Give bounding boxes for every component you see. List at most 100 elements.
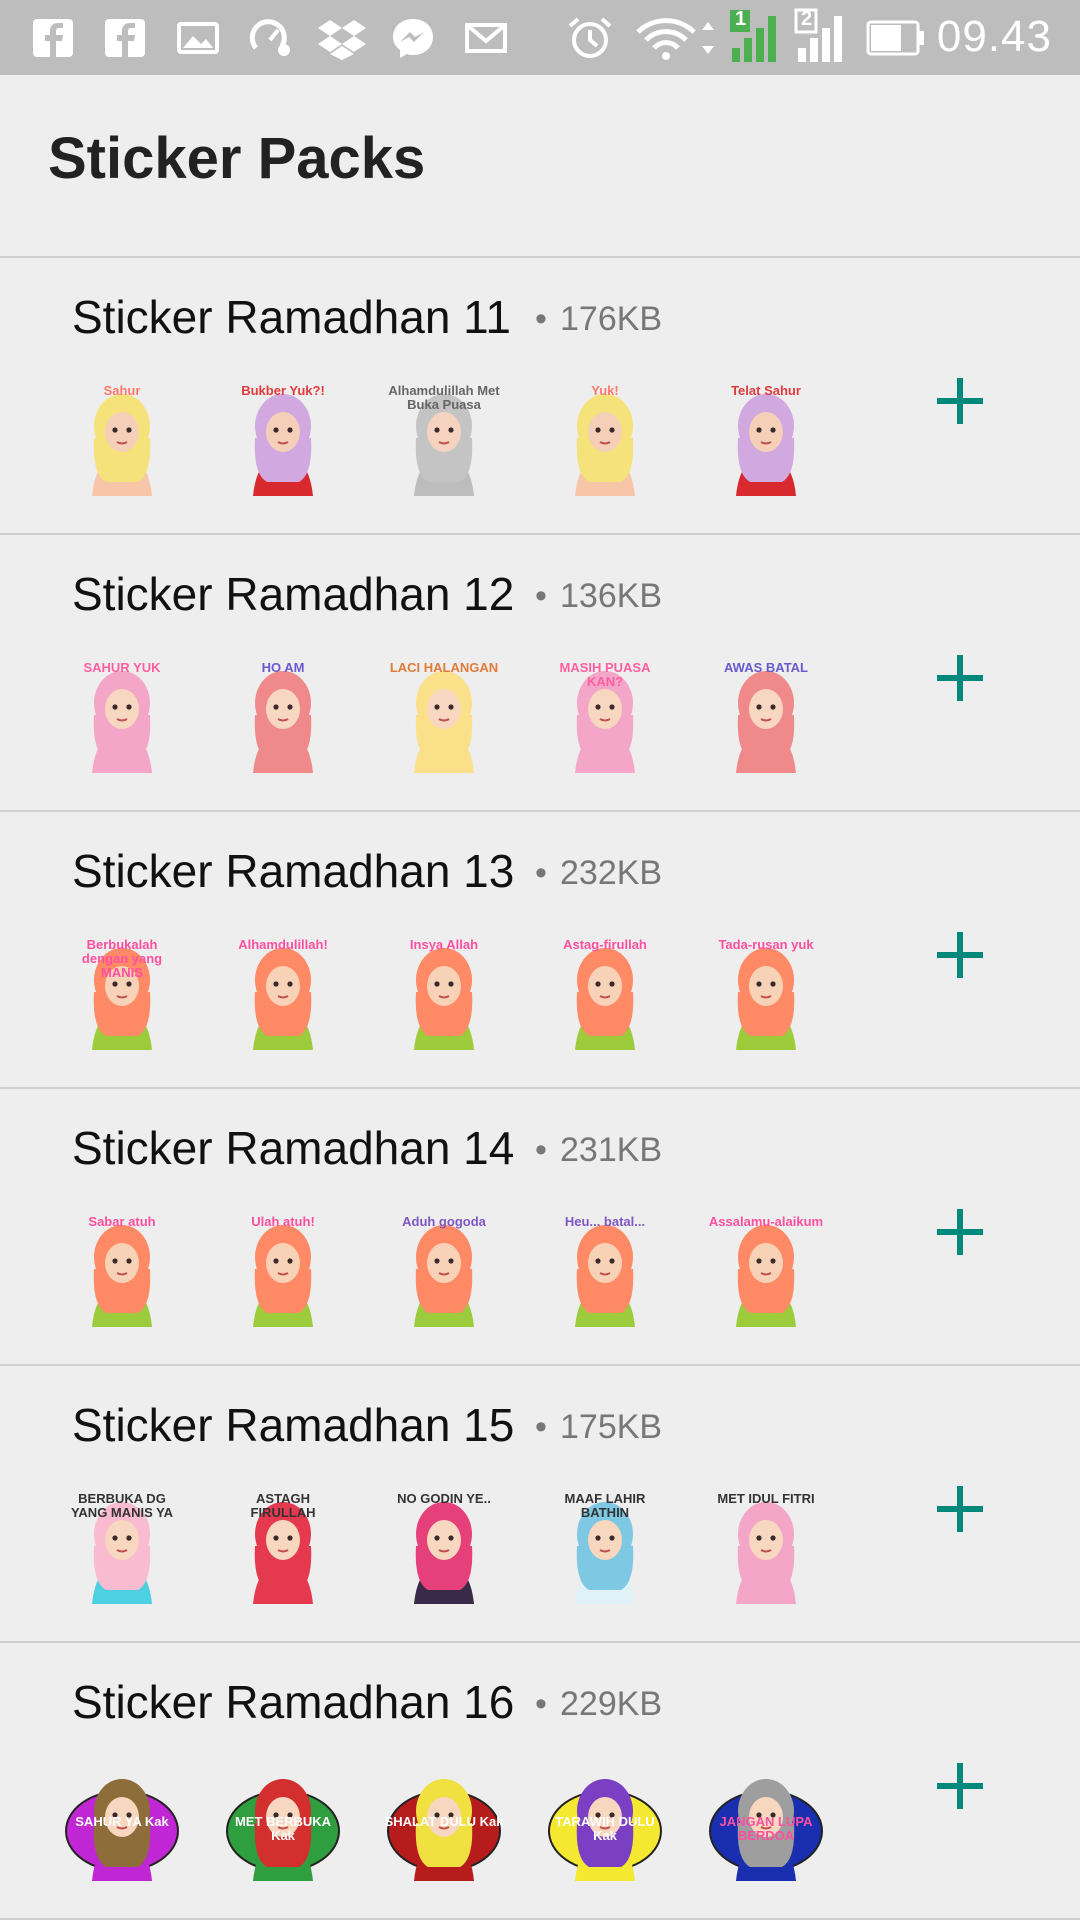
sticker-caption: LACI HALANGAN [389,660,499,675]
sticker-thumbnail: Assalamu-alaikum [706,1209,826,1329]
sticker-thumbnail: MASIH PUASA KAN? [545,655,665,775]
sticker-caption: AWAS BATAL [723,660,808,675]
sticker-caption: Ulah atuh! [251,1214,315,1229]
sticker-previews: Berbukalah dengan yang MANIS Alhamdulilla… [62,932,862,1062]
sticker-caption: Bukber Yuk?! [241,383,325,398]
pack-size: 229KB [560,1685,663,1723]
sticker-thumbnail: Bukber Yuk?! [223,378,343,498]
wifi-icon [636,18,714,60]
sticker-thumbnail: Sahur [62,378,182,498]
sticker-caption: SAHUR YA Kak [75,1814,169,1829]
status-bar: 1 2 09.43 [0,0,1080,75]
sticker-thumbnail: MET BERBUKA Kak [223,1763,343,1883]
separator-dot: • [535,1685,547,1723]
sticker-thumbnail: JANGAN LUPA BERDOA [706,1763,826,1883]
sticker-caption: Aduh gogoda [402,1214,486,1229]
sticker-pack-row[interactable]: Sticker Ramadhan 13 • 232KB Berbukalah deng… [0,812,1080,1089]
sim2-label: 2 [801,8,813,30]
sticker-pack-row[interactable]: Sticker Ramadhan 12 • 136KB SAHUR YUK HO AM L… [0,535,1080,812]
separator-dot: • [535,300,547,338]
sticker-caption: Yuk! [591,383,619,398]
sticker-previews: SAHUR YA Kak MET BERBUKA Kak SHALAT DULU K… [62,1763,862,1893]
pack-name: Sticker Ramadhan 14 [72,1122,515,1174]
sticker-caption: MET IDUL FITRI [717,1491,815,1506]
sticker-thumbnail: Astag-firullah [545,932,665,1052]
sticker-caption: Astag-firullah [563,937,647,952]
sticker-caption: Sahur [103,383,141,398]
speed-icon [249,19,290,56]
sticker-pack-row[interactable]: Sticker Ramadhan 16 • 229KB SAHUR YA Kak MET… [0,1643,1080,1920]
sticker-caption: Insya Allah [409,937,479,952]
sticker-thumbnail: AWAS BATAL [706,655,826,775]
sticker-caption: JANGAN LUPA BERDOA [719,1814,813,1843]
sticker-thumbnail: HO AM [223,655,343,775]
sticker-thumbnail: ASTAGH FIRULLAH [223,1486,343,1606]
sticker-caption: TARAWIH DULU Kak [555,1814,655,1843]
sticker-caption: Berbukalah dengan yang MANIS [81,937,163,980]
separator-dot: • [535,854,547,892]
pack-size: 232KB [560,854,663,892]
pack-size: 175KB [560,1408,663,1446]
add-pack-button[interactable] [935,1484,985,1534]
sticker-caption: Heu... batal... [564,1214,646,1229]
sticker-pack-row[interactable]: Sticker Ramadhan 11 • 176KB Sahur Bukber Yuk… [0,258,1080,535]
pack-name: Sticker Ramadhan 15 [72,1399,515,1451]
add-pack-button[interactable] [935,653,985,703]
sticker-pack-row[interactable]: Sticker Ramadhan 15 • 175KB BERBUKA DG YANG… [0,1366,1080,1643]
sticker-thumbnail: Alhamdulillah! [223,932,343,1052]
dropbox-icon [318,20,366,60]
sticker-caption: MET BERBUKA Kak [234,1814,332,1843]
sticker-thumbnail: Sabar atuh [62,1209,182,1329]
pack-size: 176KB [560,300,663,338]
sticker-thumbnail: SAHUR YA Kak [62,1763,182,1883]
sticker-thumbnail: SAHUR YUK [62,655,182,775]
sticker-caption: MAAF LAHIR BATHIN [564,1491,646,1520]
sticker-thumbnail: SHALAT DULU Kak [384,1763,504,1883]
sticker-thumbnail: NO GODIN YE.. [384,1486,504,1606]
sticker-caption: Alhamdulillah! [238,937,328,952]
pack-size: 136KB [560,577,663,615]
clock: 09.43 [936,12,1052,61]
add-pack-button[interactable] [935,1761,985,1811]
sticker-thumbnail: Yuk! [545,378,665,498]
separator-dot: • [535,1408,547,1446]
sticker-caption: ASTAGH FIRULLAH [250,1491,316,1520]
separator-dot: • [535,577,547,615]
sticker-thumbnail: Tada-rusan yuk [706,932,826,1052]
sticker-caption: HO AM [261,660,305,675]
sticker-thumbnail: Telat Sahur [706,378,826,498]
add-pack-button[interactable] [935,930,985,980]
sticker-previews: SAHUR YUK HO AM LACI HALANGAN MASIH PUASA K… [62,655,862,785]
alarm-icon [568,17,612,58]
sticker-previews: Sabar atuh Ulah atuh! Aduh gogoda Heu... ba… [62,1209,862,1339]
pack-name: Sticker Ramadhan 13 [72,845,515,897]
sticker-thumbnail: BERBUKA DG YANG MANIS YA [62,1486,182,1606]
sticker-previews: BERBUKA DG YANG MANIS YA ASTAGH FIRULLAH N… [62,1486,862,1616]
messenger-icon [393,19,433,58]
sticker-caption: Sabar atuh [88,1214,156,1229]
sticker-pack-row[interactable]: Sticker Ramadhan 14 • 231KB Sabar atuh Ulah … [0,1089,1080,1366]
sticker-thumbnail: Berbukalah dengan yang MANIS [62,932,182,1052]
sticker-thumbnail: Insya Allah [384,932,504,1052]
pack-name: Sticker Ramadhan 11 [72,291,511,343]
add-pack-button[interactable] [935,1207,985,1257]
sticker-caption: Alhamdulillah Met Buka Puasa [388,383,500,412]
sticker-thumbnail: Aduh gogoda [384,1209,504,1329]
sticker-previews: Sahur Bukber Yuk?! Alhamdulillah Met Buka … [62,378,862,508]
pack-name: Sticker Ramadhan 16 [72,1676,515,1728]
add-pack-button[interactable] [935,376,985,426]
sticker-caption: Telat Sahur [731,383,801,398]
sticker-thumbnail: MAAF LAHIR BATHIN [545,1486,665,1606]
sticker-caption: SHALAT DULU Kak [384,1814,504,1829]
facebook-icon [33,19,73,57]
sticker-caption: BERBUKA DG YANG MANIS YA [70,1491,174,1520]
image-icon [177,22,219,54]
facebook-icon [105,19,145,57]
sticker-thumbnail: LACI HALANGAN [384,655,504,775]
sticker-caption: NO GODIN YE.. [397,1491,491,1506]
sticker-thumbnail: Alhamdulillah Met Buka Puasa [384,378,504,498]
sticker-thumbnail: Heu... batal... [545,1209,665,1329]
sticker-thumbnail: TARAWIH DULU Kak [545,1763,665,1883]
sticker-caption: Tada-rusan yuk [718,937,814,952]
sticker-caption: SAHUR YUK [83,660,161,675]
